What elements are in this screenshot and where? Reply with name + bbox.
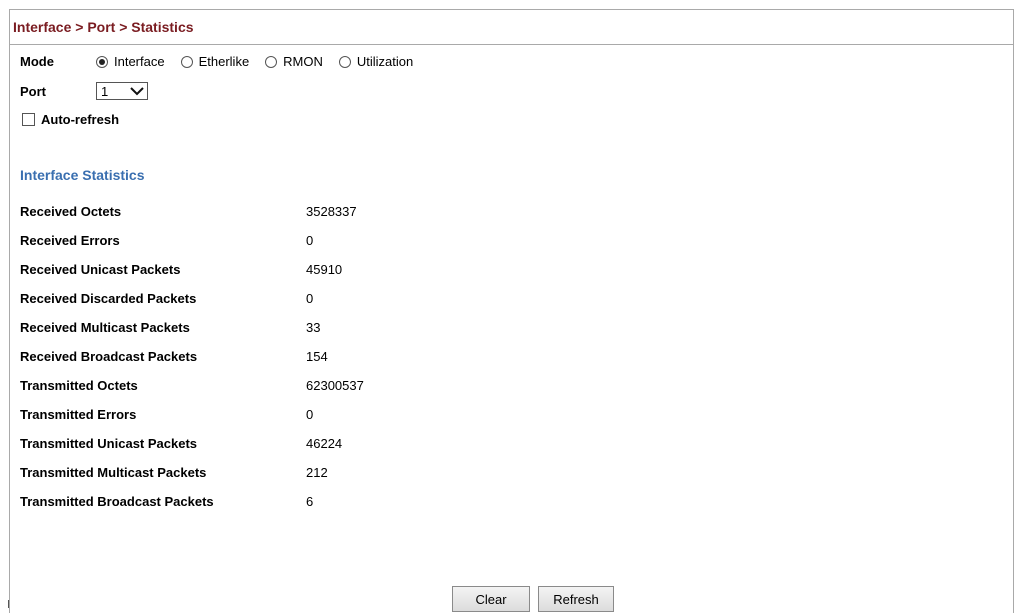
page-title: Interface > Port > Statistics xyxy=(13,19,194,35)
stat-row: Received Errors 0 xyxy=(20,226,620,255)
stat-label: Received Broadcast Packets xyxy=(20,349,198,364)
stat-value: 62300537 xyxy=(306,378,364,393)
mode-option-utilization[interactable]: Utilization xyxy=(338,54,414,69)
stat-value: 154 xyxy=(306,349,328,364)
stat-row: Transmitted Errors 0 xyxy=(20,400,620,429)
stat-row: Transmitted Broadcast Packets 6 xyxy=(20,487,620,516)
stat-value: 6 xyxy=(306,494,314,509)
port-select-value: 1 xyxy=(101,83,109,99)
stats-table: Received Octets 3528337 Received Errors … xyxy=(20,197,620,516)
stat-value: 0 xyxy=(306,407,314,422)
stat-label: Received Multicast Packets xyxy=(20,320,190,335)
refresh-button[interactable]: Refresh xyxy=(538,586,614,612)
stat-label: Transmitted Octets xyxy=(20,378,138,393)
stat-label: Received Discarded Packets xyxy=(20,291,197,306)
stat-value: 46224 xyxy=(306,436,343,451)
auto-refresh-row: Auto-refresh xyxy=(22,112,119,127)
stat-row: Received Broadcast Packets 154 xyxy=(20,342,620,371)
auto-refresh-label: Auto-refresh xyxy=(41,112,120,127)
stat-label: Received Unicast Packets xyxy=(20,262,181,277)
title-bar: Interface > Port > Statistics xyxy=(10,10,1013,45)
port-label: Port xyxy=(20,83,46,99)
stat-row: Transmitted Unicast Packets 46224 xyxy=(20,429,620,458)
stat-row: Transmitted Octets 62300537 xyxy=(20,371,620,400)
section-heading: Interface Statistics xyxy=(20,167,145,183)
mode-option-label: Interface xyxy=(114,54,165,69)
radio-utilization[interactable] xyxy=(338,55,351,68)
stat-label: Received Octets xyxy=(20,204,122,219)
stat-row: Received Octets 3528337 xyxy=(20,197,620,226)
mode-radio-group: Interface Etherlike RMON Utilization xyxy=(96,54,429,69)
stat-value: 0 xyxy=(306,233,314,248)
mode-row: Mode Interface Etherlike RMON Utilizatio… xyxy=(20,54,429,69)
clear-button[interactable]: Clear xyxy=(452,586,530,612)
action-buttons: Clear Refresh xyxy=(452,586,622,612)
radio-etherlike[interactable] xyxy=(180,55,193,68)
mode-option-interface[interactable]: Interface xyxy=(96,54,165,69)
radio-interface[interactable] xyxy=(96,55,108,68)
mode-option-label: Etherlike xyxy=(198,54,250,69)
stat-value: 3528337 xyxy=(306,204,357,219)
mode-option-label: RMON xyxy=(283,54,323,69)
stat-row: Received Multicast Packets 33 xyxy=(20,313,620,342)
mode-option-etherlike[interactable]: Etherlike xyxy=(180,54,250,69)
stat-value: 0 xyxy=(306,291,314,306)
port-row: Port 1 xyxy=(20,82,148,100)
stat-row: Received Unicast Packets 45910 xyxy=(20,255,620,284)
stat-row: Transmitted Multicast Packets 212 xyxy=(20,458,620,487)
stat-label: Received Errors xyxy=(20,233,120,248)
chevron-down-icon xyxy=(130,87,144,96)
frame-edge-mark xyxy=(8,600,9,608)
mode-option-rmon[interactable]: RMON xyxy=(265,54,323,69)
stat-value: 45910 xyxy=(306,262,343,277)
stat-label: Transmitted Unicast Packets xyxy=(20,436,198,451)
stat-label: Transmitted Errors xyxy=(20,407,137,422)
stat-value: 33 xyxy=(306,320,321,335)
mode-option-label: Utilization xyxy=(356,54,414,69)
auto-refresh-checkbox[interactable] xyxy=(22,113,35,126)
radio-rmon[interactable] xyxy=(265,55,278,68)
stat-label: Transmitted Broadcast Packets xyxy=(20,494,214,509)
mode-label: Mode xyxy=(20,54,54,69)
stat-row: Received Discarded Packets 0 xyxy=(20,284,620,313)
stat-label: Transmitted Multicast Packets xyxy=(20,465,207,480)
port-select[interactable]: 1 xyxy=(96,82,148,100)
stat-value: 212 xyxy=(306,465,328,480)
